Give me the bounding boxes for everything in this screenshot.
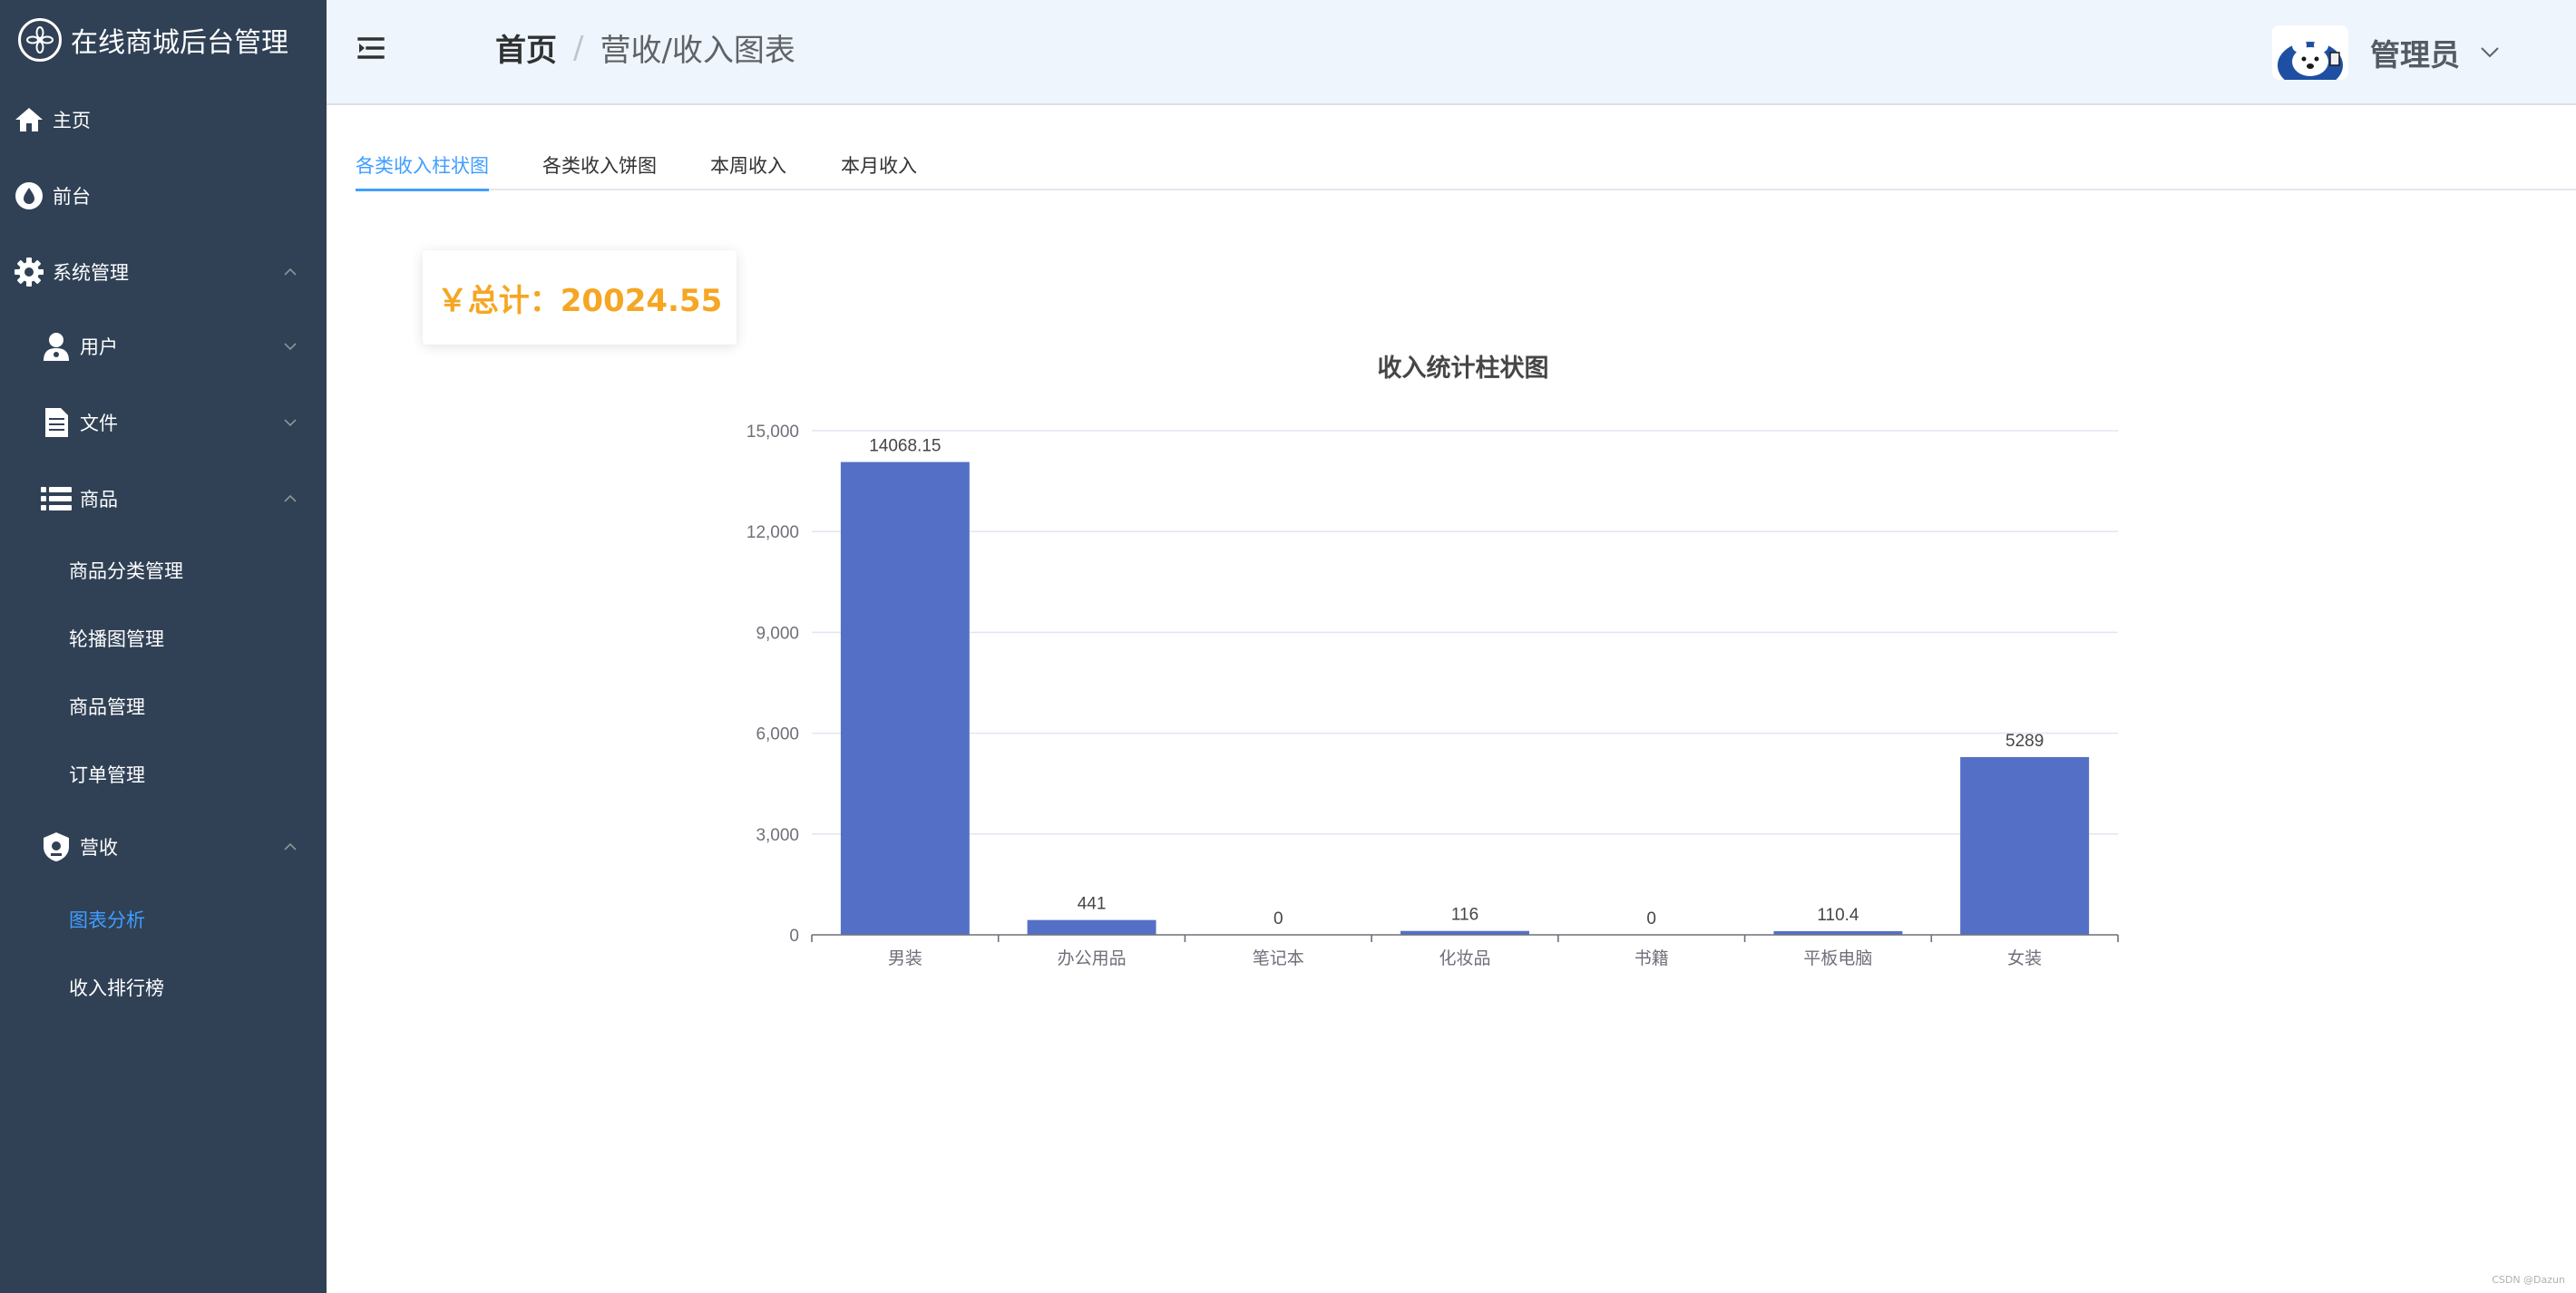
- x-tick-label: 男装: [888, 948, 922, 968]
- bar-value-label: 14068.15: [869, 437, 941, 456]
- y-axis-ticks: 0 3,000 6,000 9,000 12,000 15,000: [746, 423, 799, 946]
- bar-value-label: 110.4: [1817, 906, 1859, 925]
- bar: [1027, 919, 1156, 935]
- income-bar-chart: 收入统计柱状图 0 3,000 6,000 9,000 12,000 15,000 140…: [746, 354, 2119, 968]
- y-tick-label: 12,000: [746, 523, 799, 542]
- bar-value-label: 0: [1273, 909, 1283, 928]
- x-tick-label: 书籍: [1634, 948, 1669, 968]
- app-root: 在线商城后台管理 主页 前台 系统管理 用户 文件 商品 商品分类管理 轮播图管…: [0, 0, 2576, 1293]
- chart-title: 收入统计柱状图: [1378, 354, 1549, 382]
- x-tick-label: 女装: [2007, 948, 2042, 968]
- chart-grid: [812, 430, 2118, 835]
- y-tick-label: 15,000: [746, 423, 799, 442]
- y-tick-label: 6,000: [756, 725, 799, 744]
- bar-value-label: 116: [1451, 906, 1478, 925]
- x-axis: 男装 办公用品 笔记本 化妆品 书籍 平板电脑 女装: [811, 934, 2119, 968]
- x-tick-label: 平板电脑: [1803, 948, 1872, 968]
- x-tick-label: 笔记本: [1253, 948, 1304, 968]
- y-tick-label: 9,000: [756, 624, 799, 643]
- y-tick-label: 0: [789, 927, 799, 946]
- bar: [840, 462, 970, 935]
- bar-value-labels: 14068.15 441 0 116 0 110.4 5289: [869, 437, 2044, 928]
- bar-value-label: 0: [1646, 909, 1656, 928]
- chart-bars: [840, 462, 2090, 935]
- x-tick-label: 办公用品: [1058, 948, 1127, 968]
- bar: [1960, 756, 2090, 935]
- chart-container: 收入统计柱状图 0 3,000 6,000 9,000 12,000 15,000 140…: [0, 0, 2576, 1293]
- x-tick-label: 化妆品: [1439, 948, 1490, 968]
- y-tick-label: 3,000: [756, 826, 799, 845]
- bar-value-label: 5289: [2005, 732, 2044, 751]
- watermark: CSDN @Dazun: [2492, 1274, 2565, 1286]
- bar-value-label: 441: [1078, 895, 1107, 914]
